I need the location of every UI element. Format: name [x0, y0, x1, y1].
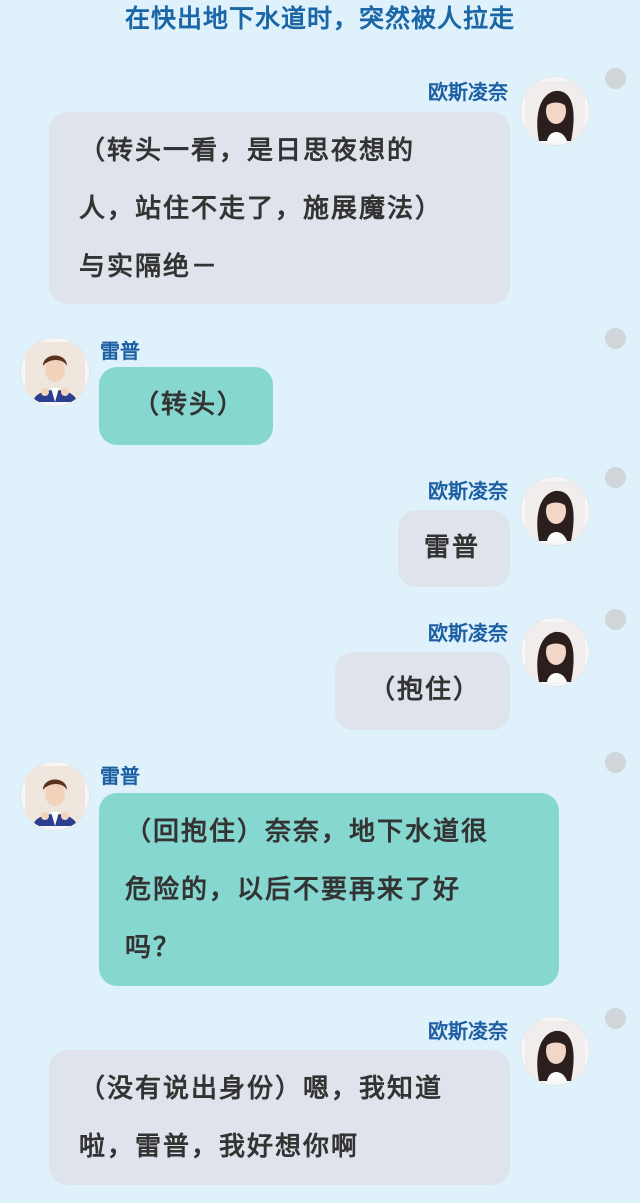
- message-line: （回抱住）奈奈，地下水道很: [125, 817, 490, 847]
- boy-avatar-image: [25, 766, 85, 826]
- girl-avatar-image: [525, 1021, 585, 1081]
- message-bubble: （没有说出身份）嗯，我知道 啦，雷普，我好想你啊: [49, 1050, 510, 1185]
- message-line: 危险的，以后不要再来了好: [125, 875, 462, 905]
- boy-avatar-image: [25, 342, 85, 402]
- message-line: （转头）: [133, 390, 246, 420]
- message-line: （没有说出身份）嗯，我知道: [79, 1074, 444, 1104]
- message-bubble: （抱住）: [335, 652, 510, 730]
- avatar[interactable]: [521, 618, 589, 686]
- avatar[interactable]: [521, 477, 589, 545]
- avatar[interactable]: [21, 338, 89, 406]
- sender-name: 欧斯凌奈: [428, 1019, 508, 1043]
- page-title: 在快出地下水道时，突然被人拉走: [124, 4, 515, 33]
- message-line: 人，站住不走了，施展魔法）: [79, 194, 444, 224]
- message-menu-dot[interactable]: [605, 328, 626, 349]
- message-line: 与实隔绝－: [79, 252, 220, 282]
- sender-name: 欧斯凌奈: [428, 621, 508, 645]
- girl-avatar-image: [525, 81, 585, 141]
- message-bubble: （转头）: [99, 367, 273, 445]
- message-line: 雷普: [424, 533, 481, 563]
- message-bubble: （回抱住）奈奈，地下水道很 危险的，以后不要再来了好 吗？: [99, 793, 559, 986]
- avatar[interactable]: [21, 762, 89, 830]
- girl-avatar-image: [525, 481, 585, 541]
- message-bubble: 雷普: [398, 510, 510, 587]
- message-line: 吗？: [125, 933, 182, 963]
- message-menu-dot[interactable]: [605, 467, 626, 488]
- message-menu-dot[interactable]: [605, 68, 626, 89]
- message-line: （转头一看，是日思夜想的: [79, 136, 416, 166]
- sender-name: 欧斯凌奈: [428, 80, 508, 104]
- message-line: （抱住）: [369, 675, 482, 705]
- message-menu-dot[interactable]: [605, 752, 626, 773]
- girl-avatar-image: [525, 622, 585, 682]
- message-menu-dot[interactable]: [605, 609, 626, 630]
- avatar[interactable]: [521, 77, 589, 145]
- sender-name: 雷普: [100, 764, 140, 788]
- message-menu-dot[interactable]: [605, 1008, 626, 1029]
- avatar[interactable]: [521, 1017, 589, 1085]
- message-line: 啦，雷普，我好想你啊: [79, 1132, 360, 1162]
- sender-name: 欧斯凌奈: [428, 479, 508, 503]
- sender-name: 雷普: [100, 339, 140, 363]
- message-bubble: （转头一看，是日思夜想的 人，站住不走了，施展魔法） 与实隔绝－: [49, 112, 510, 304]
